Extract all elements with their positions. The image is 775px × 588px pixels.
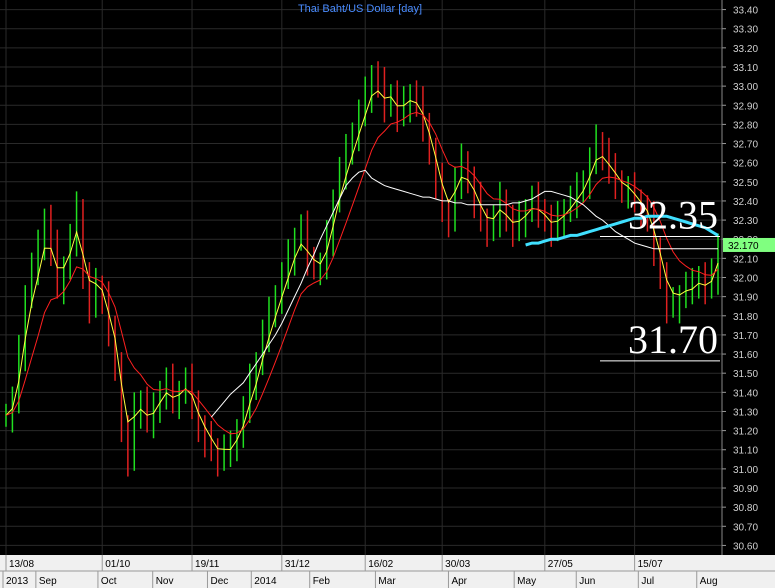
y-tick-label: 32.50	[733, 178, 758, 189]
y-tick-label: 33.10	[733, 63, 758, 74]
x-month-tick-label: Oct	[101, 576, 117, 587]
y-tick-label: 30.90	[733, 484, 758, 495]
x-month-tick-label: Jul	[641, 576, 654, 587]
x-date-tick-label: 01/10	[105, 559, 130, 570]
level-label: 32.35	[628, 193, 718, 238]
x-month-tick-label: 2013	[6, 576, 29, 587]
y-tick-label: 30.70	[733, 522, 758, 533]
x-date-tick-label: 13/08	[9, 559, 34, 570]
y-tick-label: 33.40	[733, 6, 758, 17]
y-tick-label: 31.40	[733, 388, 758, 399]
x-month-tick-label: Mar	[378, 576, 396, 587]
x-month-tick-label: Nov	[156, 576, 174, 587]
chart-title: Thai Baht/US Dollar [day]	[298, 3, 422, 15]
y-tick-label: 31.60	[733, 350, 758, 361]
y-tick-label: 31.10	[733, 446, 758, 457]
x-month-tick-label: Apr	[451, 576, 467, 587]
x-date-tick-label: 27/05	[548, 559, 573, 570]
y-tick-label: 30.60	[733, 541, 758, 552]
last-price-label: 32.170	[728, 241, 759, 252]
level-label: 31.70	[628, 317, 718, 362]
x-month-tick-label: 2014	[254, 576, 277, 587]
y-tick-label: 33.20	[733, 44, 758, 55]
y-tick-label: 32.30	[733, 216, 758, 227]
x-date-tick-label: 31/12	[285, 559, 310, 570]
x-month-tick-label: Aug	[700, 576, 718, 587]
y-tick-label: 31.70	[733, 331, 758, 342]
x-date-tick-label: 30/03	[445, 559, 470, 570]
y-tick-label: 32.70	[733, 140, 758, 151]
y-tick-label: 32.90	[733, 101, 758, 112]
x-month-tick-label: Jun	[579, 576, 595, 587]
y-tick-label: 32.00	[733, 274, 758, 285]
x-month-tick-label: May	[517, 576, 536, 587]
price-chart: 32.35 31.70 33.40 33.30 33.20 33.10 33.00 32.9…	[0, 0, 775, 588]
x-month-tick-label: Feb	[313, 576, 331, 587]
y-tick-label: 33.00	[733, 82, 758, 93]
y-tick-label: 30.80	[733, 503, 758, 514]
y-tick-label: 31.20	[733, 427, 758, 438]
y-tick-label: 32.80	[733, 120, 758, 131]
y-tick-label: 32.60	[733, 159, 758, 170]
y-tick-label: 31.80	[733, 312, 758, 323]
x-date-tick-label: 16/02	[368, 559, 393, 570]
y-tick-label: 32.10	[733, 254, 758, 265]
y-tick-label: 31.00	[733, 465, 758, 476]
y-tick-label: 32.40	[733, 197, 758, 208]
y-tick-label: 31.30	[733, 407, 758, 418]
chart-background	[0, 0, 775, 588]
y-tick-label: 31.90	[733, 293, 758, 304]
x-date-tick-label: 15/07	[638, 559, 663, 570]
y-tick-label: 33.30	[733, 25, 758, 36]
x-month-tick-label: Dec	[210, 576, 228, 587]
x-axis[interactable]: 13/08 01/10 19/11 31/12 16/02 30/03 27/05 15/07…	[0, 555, 775, 588]
x-month-tick-label: Sep	[39, 576, 57, 587]
x-date-tick-label: 19/11	[195, 559, 220, 570]
y-tick-label: 31.50	[733, 369, 758, 380]
